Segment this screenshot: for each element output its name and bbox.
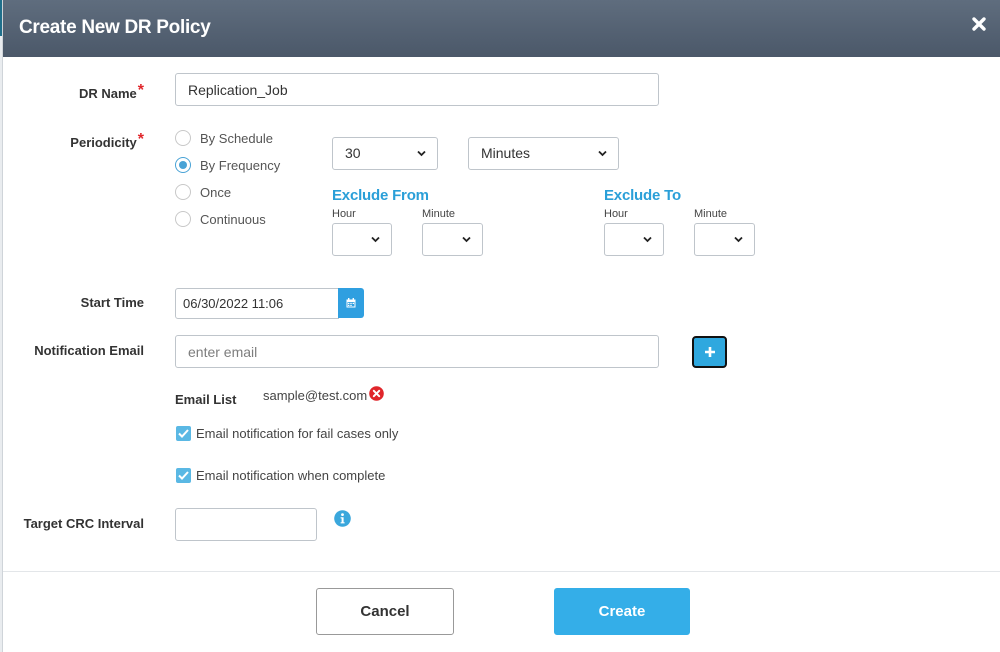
exclude-from-minute-select[interactable]: [422, 223, 483, 256]
radio-continuous[interactable]: Continuous: [175, 211, 266, 227]
radio-button-checked[interactable]: [175, 157, 191, 173]
close-icon[interactable]: [969, 14, 989, 34]
target-crc-label: Target CRC Interval: [23, 516, 144, 531]
radio-button[interactable]: [175, 211, 191, 227]
select-value: 30: [345, 145, 361, 161]
notification-email-input[interactable]: [175, 335, 659, 368]
frequency-unit-select[interactable]: Minutes: [468, 137, 619, 170]
required-marker: *: [137, 131, 144, 148]
select-value: Minutes: [481, 145, 531, 161]
radio-label: Continuous: [200, 211, 266, 227]
radio-label: Once: [200, 184, 232, 200]
exclude-from-hour-label: Hour: [332, 208, 356, 220]
notify-complete-checkbox[interactable]: [176, 468, 191, 483]
chevron-down-icon: [598, 150, 607, 157]
radio-by-frequency[interactable]: By Frequency: [175, 157, 280, 173]
exclude-to-minute-select[interactable]: [694, 223, 755, 256]
radio-button[interactable]: [175, 184, 191, 200]
notify-fail-only-row[interactable]: Email notification for fail cases only: [176, 426, 398, 441]
notify-fail-only-checkbox[interactable]: [176, 426, 191, 441]
chevron-down-icon: [417, 150, 426, 157]
exclude-to-title: Exclude To: [604, 187, 681, 204]
notification-email-label: Notification Email: [34, 343, 144, 358]
periodicity-label-text: Periodicity: [70, 135, 137, 150]
radio-by-schedule[interactable]: By Schedule: [175, 130, 273, 146]
exclude-from-hour-select[interactable]: [332, 223, 392, 256]
remove-circle-icon[interactable]: [369, 386, 384, 401]
start-time-label: Start Time: [80, 295, 144, 310]
exclude-to-minute-label: Minute: [694, 208, 728, 220]
notify-complete-row[interactable]: Email notification when complete: [176, 468, 385, 483]
radio-label: By Schedule: [200, 130, 273, 146]
calendar-icon: [346, 298, 356, 308]
chevron-down-icon: [462, 236, 471, 243]
cancel-button[interactable]: Cancel: [316, 588, 454, 635]
required-marker: *: [137, 82, 144, 99]
email-list-label: Email List: [175, 392, 237, 407]
dr-name-label-text: DR Name: [78, 86, 137, 101]
check-icon: [178, 471, 189, 480]
dr-name-input[interactable]: [175, 73, 659, 106]
exclude-to-hour-label: Hour: [604, 208, 628, 220]
exclude-from-minute-label: Minute: [422, 208, 456, 220]
dr-policy-dialog: Create New DR Policy DR Name* Periodicit…: [2, 0, 1000, 652]
checkbox-label: Email notification when complete: [196, 468, 386, 483]
plus-icon: [705, 347, 715, 357]
start-time-input[interactable]: [175, 288, 339, 319]
checkbox-label: Email notification for fail cases only: [196, 426, 399, 441]
check-icon: [178, 429, 189, 438]
periodicity-label: Periodicity*: [70, 131, 144, 152]
frequency-value-select[interactable]: 30: [332, 137, 438, 170]
chevron-down-icon: [643, 236, 652, 243]
email-list-item: sample@test.com: [263, 388, 368, 403]
dialog-header: Create New DR Policy: [3, 0, 1000, 57]
calendar-button[interactable]: [338, 288, 364, 318]
target-crc-input[interactable]: [175, 508, 317, 541]
dr-name-label: DR Name*: [78, 82, 144, 103]
footer-divider: [3, 571, 1000, 572]
radio-once[interactable]: Once: [175, 184, 231, 200]
exclude-to-hour-select[interactable]: [604, 223, 664, 256]
exclude-from-title: Exclude From: [332, 187, 429, 204]
radio-button[interactable]: [175, 130, 191, 146]
info-icon[interactable]: [334, 510, 351, 527]
radio-label: By Frequency: [200, 157, 281, 173]
chevron-down-icon: [371, 236, 380, 243]
dialog-title: Create New DR Policy: [19, 17, 211, 38]
create-button[interactable]: Create: [554, 588, 690, 635]
add-email-button[interactable]: [692, 336, 727, 368]
chevron-down-icon: [734, 236, 743, 243]
